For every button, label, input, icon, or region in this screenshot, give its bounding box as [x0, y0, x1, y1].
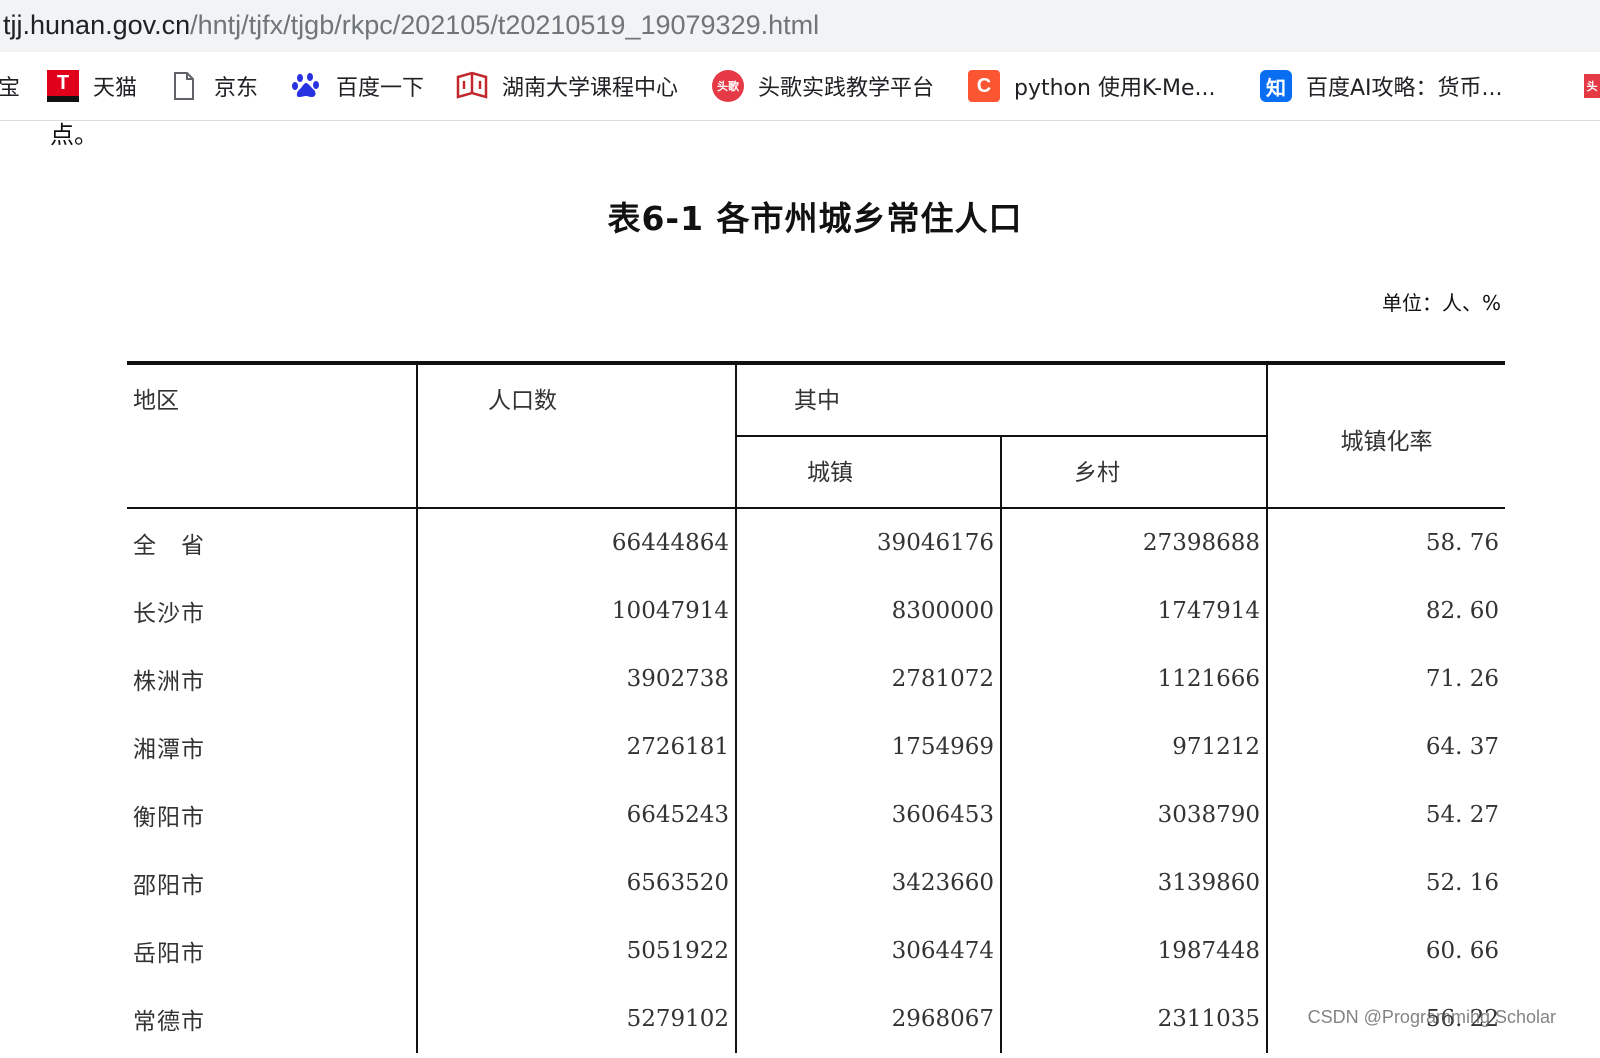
- url-host: tjj.hunan.gov.cn: [3, 10, 191, 40]
- bookmark-label: 天猫: [93, 76, 138, 101]
- bookmark-item-jd[interactable]: 京东: [168, 69, 258, 103]
- bookmark-item-baidu[interactable]: 百度一下: [290, 69, 424, 103]
- cell-urban: 3606453: [735, 781, 1001, 849]
- leftover-text: 点。: [50, 121, 98, 149]
- bookmarks-bar: 宝 T 天猫 京东 百度一下 湖南大学课程中心 头歌 头歌实践教学平台 C py…: [0, 52, 1600, 121]
- cell-rural: 3038790: [1000, 781, 1267, 849]
- cell-rural: 971212: [1000, 713, 1267, 781]
- cell-rate: 82. 60: [1266, 577, 1505, 645]
- cell-region: 衡阳市: [133, 805, 205, 831]
- cell-population: 3902738: [416, 645, 736, 713]
- bookmark-label: 湖南大学课程中心: [502, 76, 679, 101]
- url-path: /hntj/tjfx/tjgb/rkpc/202105/t20210519_19…: [190, 10, 820, 40]
- bookmark-item-partial[interactable]: 宝: [0, 69, 20, 103]
- cell-rate: 60. 66: [1266, 917, 1505, 985]
- bookmark-item-csdn[interactable]: C python 使用K-Me...: [968, 69, 1216, 103]
- header-urban: 城镇: [735, 436, 1001, 509]
- url-text[interactable]: tjj.hunan.gov.cn/hntj/tjfx/tjgb/rkpc/202…: [3, 0, 819, 50]
- cell-population: 5279102: [416, 985, 736, 1053]
- header-population: 人口数: [416, 361, 736, 509]
- bookmark-label: 百度AI攻略：货币...: [1306, 76, 1503, 101]
- csdn-icon: C: [968, 70, 1000, 102]
- cell-rate: 58. 76: [1266, 508, 1505, 577]
- bookmark-label: 京东: [214, 76, 259, 101]
- cell-urban: 3423660: [735, 849, 1001, 917]
- baidu-paw-icon: [290, 70, 322, 102]
- table-row: 长沙市 10047914 8300000 1747914 82. 60: [127, 577, 1505, 645]
- header-of-which: 其中: [735, 361, 1267, 437]
- bookmark-item-hnu[interactable]: 湖南大学课程中心: [456, 69, 678, 103]
- bookmark-item-toutiao[interactable]: 头: [1584, 69, 1600, 103]
- tougee-icon: 头歌: [712, 70, 744, 102]
- cell-urban: 2968067: [735, 985, 1001, 1053]
- cell-region: 邵阳市: [133, 873, 205, 899]
- page-title: 表6-1 各市州城乡常住人口: [607, 199, 1023, 238]
- cell-urban: 3064474: [735, 917, 1001, 985]
- table-row: 衡阳市 6645243 3606453 3038790 54. 27: [127, 781, 1505, 849]
- bookmark-item-zhihu[interactable]: 知 百度AI攻略：货币...: [1260, 69, 1503, 103]
- cell-urban: 39046176: [735, 508, 1001, 577]
- cell-rural: 1747914: [1000, 577, 1267, 645]
- cell-rural: 3139860: [1000, 849, 1267, 917]
- cell-population: 6645243: [416, 781, 736, 849]
- table-row: 邵阳市 6563520 3423660 3139860 52. 16: [127, 849, 1505, 917]
- cell-region: 岳阳市: [133, 941, 205, 967]
- bookmark-label: python 使用K-Me...: [1014, 76, 1216, 101]
- bookmark-item-tougee[interactable]: 头歌 头歌实践教学平台: [712, 69, 934, 103]
- cell-region: 常德市: [133, 1009, 205, 1035]
- cell-rural: 27398688: [1000, 508, 1267, 577]
- cell-population: 66444864: [416, 508, 736, 577]
- cell-region: 全 省: [133, 533, 205, 559]
- cell-urban: 8300000: [735, 577, 1001, 645]
- cell-population: 2726181: [416, 713, 736, 781]
- cell-urban: 1754969: [735, 713, 1001, 781]
- cell-rate: 54. 27: [1266, 781, 1505, 849]
- tmall-icon: T: [47, 70, 79, 102]
- cell-region: 湘潭市: [133, 737, 205, 763]
- cell-region: 株洲市: [133, 669, 205, 695]
- cell-rural: 1121666: [1000, 645, 1267, 713]
- header-rural: 乡村: [1000, 436, 1267, 509]
- unit-label: 单位：人、%: [1382, 291, 1502, 315]
- document-icon: [168, 70, 200, 102]
- bookmark-label: 头歌实践教学平台: [758, 76, 935, 101]
- cell-rate: 71. 26: [1266, 645, 1505, 713]
- cell-region: 长沙市: [133, 601, 205, 627]
- hnu-icon: [456, 70, 488, 102]
- table-row: 湘潭市 2726181 1754969 971212 64. 37: [127, 713, 1505, 781]
- table-row: 全 省 66444864 39046176 27398688 58. 76: [127, 508, 1505, 577]
- zhihu-icon: 知: [1260, 70, 1292, 102]
- table-row: 岳阳市 5051922 3064474 1987448 60. 66: [127, 917, 1505, 985]
- toutiao-icon: 头: [1584, 74, 1600, 98]
- population-table: 地区 人口数 其中 城镇化率 城镇 乡村 全 省 66444864 390461…: [127, 361, 1505, 1053]
- cell-rural: 2311035: [1000, 985, 1267, 1053]
- bookmark-label: 百度一下: [336, 76, 425, 101]
- table-row: 株洲市 3902738 2781072 1121666 71. 26: [127, 645, 1505, 713]
- bookmark-label: 宝: [0, 76, 21, 101]
- address-bar[interactable]: tjj.hunan.gov.cn/hntj/tjfx/tjgb/rkpc/202…: [0, 0, 1600, 52]
- csdn-watermark: CSDN @Programming Scholar: [1307, 1007, 1556, 1027]
- cell-rural: 1987448: [1000, 917, 1267, 985]
- header-region: 地区: [127, 361, 417, 509]
- table-row: 常德市 5279102 2968067 2311035 56. 22: [127, 985, 1505, 1053]
- cell-population: 10047914: [416, 577, 736, 645]
- cell-urban: 2781072: [735, 645, 1001, 713]
- cell-rate: 64. 37: [1266, 713, 1505, 781]
- cell-population: 5051922: [416, 917, 736, 985]
- cell-population: 6563520: [416, 849, 736, 917]
- header-urbanization-rate: 城镇化率: [1266, 361, 1505, 509]
- cell-rate: 52. 16: [1266, 849, 1505, 917]
- bookmark-item-tmall[interactable]: T 天猫: [47, 69, 137, 103]
